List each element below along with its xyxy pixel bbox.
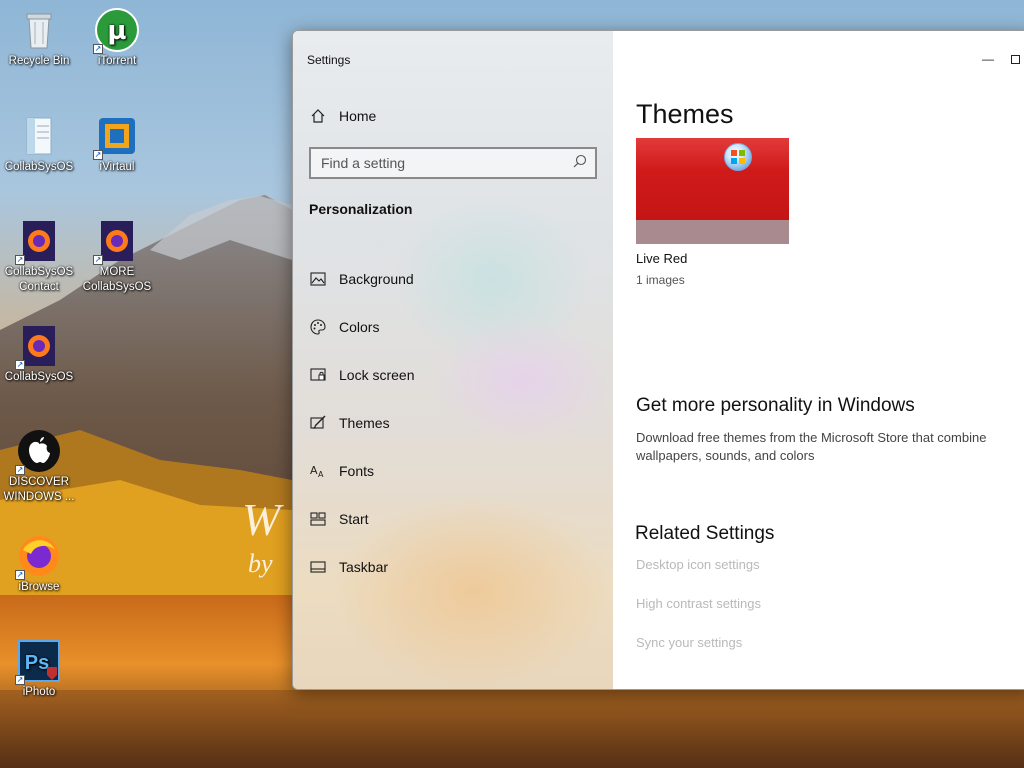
page-title: Themes: [636, 99, 734, 129]
nav-item-colors[interactable]: Colors: [307, 303, 597, 351]
nav-list: Background Colors Lock screen Themes A A…: [307, 255, 597, 591]
photoshop-icon: Ps ↗: [15, 639, 61, 685]
desktop-icon-more-collabsysos[interactable]: ↗ MORE CollabSysOS: [79, 219, 155, 295]
nav-item-start[interactable]: Start: [307, 495, 597, 543]
recycle-bin-icon: [17, 8, 61, 52]
nav-item-lock-screen[interactable]: Lock screen: [307, 351, 597, 399]
desktop-icon-itorrent[interactable]: µ ↗ iTorrent: [79, 8, 155, 69]
nav-item-label: Background: [339, 271, 414, 287]
maximize-button[interactable]: [1011, 43, 1024, 75]
desktop-icon-collabsysos-notepad[interactable]: CollabSysOS: [1, 114, 77, 175]
firefox-icon: ↗: [15, 534, 61, 580]
shortcut-arrow-icon: ↗: [15, 465, 25, 475]
svg-text:A: A: [310, 464, 318, 477]
nav-item-label: Themes: [339, 415, 390, 431]
desktop-icon-ibrowse[interactable]: ↗ iBrowse: [1, 534, 77, 595]
brush-icon: [307, 415, 329, 431]
more-personality-heading: Get more personality in Windows: [636, 395, 915, 416]
notepad-icon: [17, 114, 61, 158]
firefox-icon: ↗: [15, 324, 61, 370]
shortcut-arrow-icon: ↗: [93, 255, 103, 265]
desktop-icon-iphoto[interactable]: Ps ↗ iPhoto: [1, 639, 77, 700]
minimize-icon: —: [982, 52, 994, 66]
search-icon[interactable]: [573, 154, 587, 173]
nav-item-taskbar[interactable]: Taskbar: [307, 543, 597, 591]
lock-screen-icon: [307, 368, 329, 382]
svg-text:µ: µ: [107, 16, 126, 46]
apple-icon: ↗: [15, 429, 61, 475]
related-settings-heading: Related Settings: [635, 523, 775, 544]
nav-item-themes[interactable]: Themes: [307, 399, 597, 447]
nav-item-label: Fonts: [339, 463, 375, 479]
sync-settings-link[interactable]: Sync your settings: [636, 635, 742, 650]
svg-text:Ps: Ps: [25, 652, 49, 674]
minimize-button[interactable]: —: [965, 43, 1011, 75]
svg-text:A: A: [318, 470, 324, 479]
font-icon: AA: [307, 463, 329, 479]
taskbar-icon: [307, 561, 329, 573]
utorrent-icon: µ ↗: [93, 8, 139, 54]
home-icon: [307, 108, 329, 124]
window-controls: —: [965, 43, 1024, 75]
shortcut-arrow-icon: ↗: [15, 570, 25, 580]
shortcut-arrow-icon: ↗: [15, 675, 25, 685]
svg-text:W: W: [242, 494, 284, 545]
maximize-icon: [1011, 54, 1020, 64]
search-box[interactable]: [309, 147, 597, 179]
desktop-icon-settings-link[interactable]: Desktop icon settings: [636, 557, 760, 572]
nav-item-label: Colors: [339, 319, 380, 335]
nav-item-label: Taskbar: [339, 559, 389, 575]
desktop-icon-ivirtaul[interactable]: ↗ iVirtaul: [79, 114, 155, 175]
theme-image-count: 1 images: [636, 273, 685, 287]
more-personality-description: Download free themes from the Microsoft …: [636, 430, 987, 463]
nav-item-fonts[interactable]: AA Fonts: [307, 447, 597, 495]
nav-item-label: Lock screen: [339, 367, 415, 383]
firefox-icon: ↗: [93, 219, 139, 265]
high-contrast-settings-link[interactable]: High contrast settings: [636, 596, 761, 611]
navigation-pane: Settings Home Personalization Background: [293, 31, 613, 689]
content-pane: — Themes Live Red 1 images Get more pers…: [613, 31, 1024, 689]
window-title: Settings: [307, 53, 351, 67]
desktop-icon-discover-windows[interactable]: ↗ DISCOVER WINDOWS ...: [1, 429, 77, 505]
desktop-icon-collabsysos-contact[interactable]: ↗ CollabSysOS Contact: [1, 219, 77, 295]
section-title: Personalization: [309, 201, 413, 217]
windows-orb-icon: [724, 143, 752, 171]
nav-item-label: Start: [339, 511, 369, 527]
nav-home-label: Home: [339, 108, 377, 124]
picture-icon: [307, 272, 329, 286]
theme-name: Live Red: [636, 251, 688, 266]
virtualbox-icon: ↗: [93, 114, 139, 160]
shortcut-arrow-icon: ↗: [15, 255, 25, 265]
nav-home[interactable]: Home: [307, 103, 376, 129]
shortcut-arrow-icon: ↗: [93, 150, 103, 160]
desktop-icon-recycle-bin[interactable]: Recycle Bin: [1, 8, 77, 69]
shortcut-arrow-icon: ↗: [15, 360, 25, 370]
start-icon: [307, 512, 329, 526]
settings-window: Settings Home Personalization Background: [292, 30, 1024, 690]
shortcut-arrow-icon: ↗: [93, 44, 103, 54]
nav-item-background[interactable]: Background: [307, 255, 597, 303]
theme-preview-wallpaper: [636, 138, 789, 220]
palette-icon: [307, 319, 329, 335]
firefox-icon: ↗: [15, 219, 61, 265]
svg-text:by: by: [248, 549, 273, 578]
search-input[interactable]: [321, 155, 573, 171]
theme-preview-taskbar: [636, 220, 789, 244]
desktop-icon-collabsysos-browser[interactable]: ↗ CollabSysOS: [1, 324, 77, 385]
theme-thumbnail-live-red[interactable]: [636, 138, 789, 244]
